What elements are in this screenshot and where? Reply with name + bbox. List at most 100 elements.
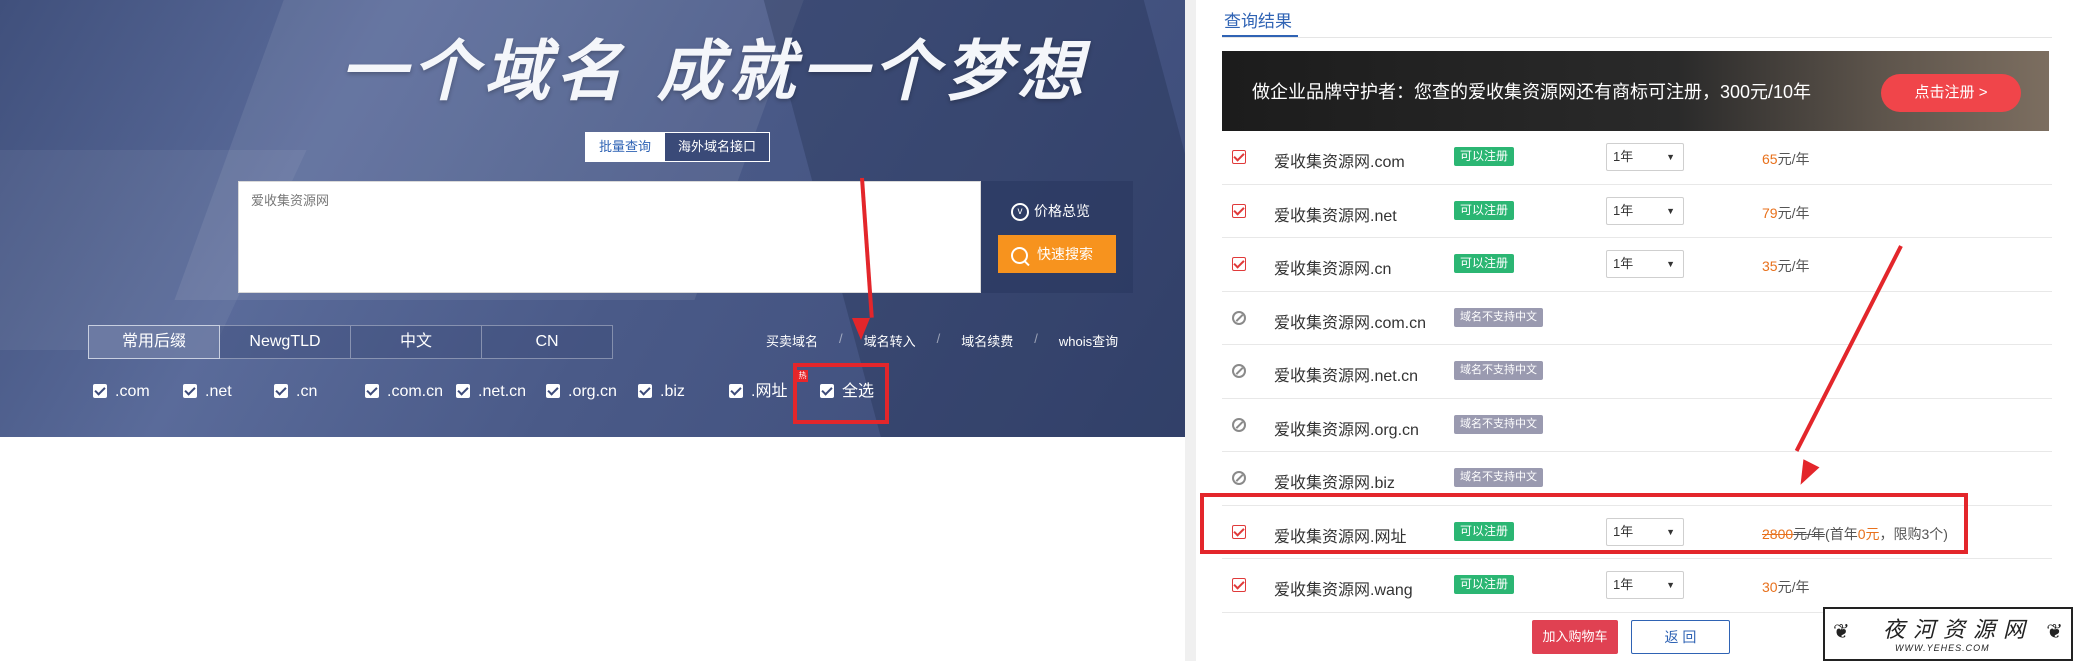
year-select-value: 1年 [1613, 202, 1634, 218]
status-badge: 域名不支持中文 [1454, 307, 1543, 327]
blank-area [0, 437, 1185, 661]
checkbox-checked-icon[interactable] [1232, 578, 1246, 592]
price-overview-link[interactable]: v 价格总览 [1011, 201, 1090, 222]
ornament-icon: ❦ [2046, 619, 2063, 643]
domain-name: 爱收集资源网.com [1274, 154, 1405, 171]
promo-register-button[interactable]: 点击注册 > [1881, 74, 2021, 112]
checkbox-checked-icon [729, 384, 743, 398]
year-select[interactable]: 1年 ▼ [1606, 571, 1684, 599]
chevron-down-icon: v [1011, 203, 1029, 222]
domain-name: 爱收集资源网.wang [1274, 582, 1413, 599]
result-row: 爱收集资源网.wang 可以注册 1年 ▼ 30元/年 [1222, 559, 2052, 613]
caret-down-icon: ▼ [1666, 205, 1675, 216]
link-domain-transfer[interactable]: 域名转入 [864, 331, 916, 350]
trademark-promo-banner: 做企业品牌守护者：您查的爱收集资源网还有商标可注册，300元/10年 点击注册 … [1222, 51, 2049, 131]
tab-chinese[interactable]: 中文 [351, 325, 482, 359]
annotation-arrow-head [852, 318, 870, 340]
quick-search-button[interactable]: 快速搜索 [998, 235, 1116, 273]
tab-overseas-api[interactable]: 海外域名接口 [664, 133, 770, 161]
status-badge: 可以注册 [1454, 575, 1515, 594]
checkbox-label: .org.cn [568, 383, 617, 400]
unavailable-icon [1232, 310, 1246, 325]
year-select-value: 1年 [1613, 149, 1634, 164]
checkbox-checked-icon [183, 384, 197, 398]
tab-cn[interactable]: CN [482, 325, 613, 359]
checkbox-label: .网址 [751, 383, 788, 400]
unavailable-icon [1232, 417, 1246, 432]
checkbox-checked-icon[interactable] [1232, 150, 1246, 164]
results-tab-title[interactable]: 查询结果 [1224, 7, 1292, 32]
domain-name: 爱收集资源网.biz [1274, 475, 1395, 492]
domain-name: 爱收集资源网.com.cn [1274, 314, 1427, 332]
price-value: 30 [1762, 579, 1778, 595]
result-row: 爱收集资源网.org.cn 域名不支持中文 [1222, 399, 2052, 452]
price-unit: 元/年 [1777, 151, 1810, 167]
price: 35元/年 [1762, 256, 1809, 276]
ornament-icon: ❦ [1833, 619, 1850, 643]
add-to-cart-button[interactable]: 加入购物车 [1532, 620, 1618, 654]
link-whois[interactable]: whois查询 [1059, 331, 1118, 350]
back-button[interactable]: 返 回 [1631, 620, 1730, 654]
checkbox-checked-icon[interactable] [1232, 203, 1246, 218]
year-select[interactable]: 1年 ▼ [1606, 143, 1684, 171]
quick-search-label: 快速搜索 [1037, 246, 1093, 262]
result-row: 爱收集资源网.net.cn 域名不支持中文 [1222, 345, 2052, 399]
checkbox-cn[interactable]: .cn [274, 381, 317, 403]
price-unit: 元/年 [1777, 258, 1810, 274]
price: 65元/年 [1762, 149, 1809, 169]
link-domain-renew[interactable]: 域名续费 [961, 331, 1013, 350]
unavailable-icon [1232, 471, 1246, 485]
caret-down-icon: ▼ [1666, 259, 1675, 269]
watermark-url: WWW.YEHES.COM [1895, 643, 1990, 653]
domain-name: 爱收集资源网.org.cn [1274, 421, 1419, 439]
year-select[interactable]: 1年 ▼ [1606, 196, 1684, 225]
checkbox-net[interactable]: .net [183, 381, 232, 403]
domain-name: 爱收集资源网.net [1274, 207, 1397, 225]
link-separator: / [1034, 331, 1038, 346]
checkbox-checked-icon[interactable] [1232, 257, 1246, 271]
price-unit: 元/年 [1777, 204, 1810, 221]
checkbox-checked-icon [365, 384, 379, 398]
year-select-value: 1年 [1613, 577, 1634, 592]
tab-batch-query[interactable]: 批量查询 [586, 133, 665, 161]
search-icon [1011, 246, 1028, 264]
tab-common-suffix[interactable]: 常用后缀 [88, 325, 220, 359]
tab-newgtld[interactable]: NewgTLD [220, 325, 351, 359]
year-select-value: 1年 [1613, 256, 1634, 271]
checkbox-org-cn[interactable]: .org.cn [546, 381, 617, 403]
promo-text: 做企业品牌守护者：您查的爱收集资源网还有商标可注册，300元/10年 [1252, 82, 1812, 102]
checkbox-checked-icon [456, 384, 470, 398]
link-buy-sell-domain[interactable]: 买卖域名 [766, 331, 818, 350]
domain-name: 爱收集资源网.net.cn [1274, 368, 1419, 385]
checkbox-checked-icon [638, 384, 652, 398]
checkbox-label: .com.cn [387, 383, 444, 400]
price-value: 65 [1762, 151, 1778, 167]
price-unit: 元/年 [1777, 579, 1810, 595]
checkbox-com-cn[interactable]: .com.cn [365, 381, 443, 403]
link-separator: / [936, 331, 941, 346]
status-badge: 域名不支持中文 [1454, 468, 1543, 487]
year-select[interactable]: 1年 ▼ [1606, 250, 1684, 278]
checkbox-net-cn[interactable]: .net.cn [456, 381, 526, 403]
checkbox-checked-icon [93, 384, 107, 398]
domain-name: 爱收集资源网.cn [1274, 261, 1392, 278]
checkbox-com[interactable]: .com [93, 381, 150, 403]
checkbox-biz[interactable]: .biz [638, 381, 685, 403]
status-badge: 可以注册 [1454, 254, 1515, 273]
price: 79元/年 [1762, 203, 1809, 223]
result-row: 爱收集资源网.com.cn 域名不支持中文 [1222, 292, 2052, 345]
checkbox-label: .com [115, 383, 150, 400]
status-badge: 域名不支持中文 [1454, 414, 1543, 434]
status-badge: 可以注册 [1454, 147, 1515, 166]
query-results-panel: 查询结果 做企业品牌守护者：您查的爱收集资源网还有商标可注册，300元/10年 … [1196, 0, 2073, 661]
checkbox-wangzhi[interactable]: .网址 [729, 381, 787, 403]
domain-service-links: 买卖域名 / 域名转入 / 域名续费 / whois查询 [766, 331, 1118, 350]
checkbox-label: .net.cn [478, 383, 527, 400]
checkbox-checked-icon [546, 384, 560, 398]
annotation-highlight-box [793, 363, 889, 424]
search-actions: v 价格总览 快速搜索 [981, 181, 1133, 293]
suffix-category-tabs: 常用后缀 NewgTLD 中文 CN [88, 325, 613, 359]
result-row: 爱收集资源网.net 可以注册 1年 ▼ 79元/年 [1222, 185, 2052, 238]
checkbox-checked-icon [274, 384, 288, 398]
price-value: 79 [1762, 204, 1778, 221]
